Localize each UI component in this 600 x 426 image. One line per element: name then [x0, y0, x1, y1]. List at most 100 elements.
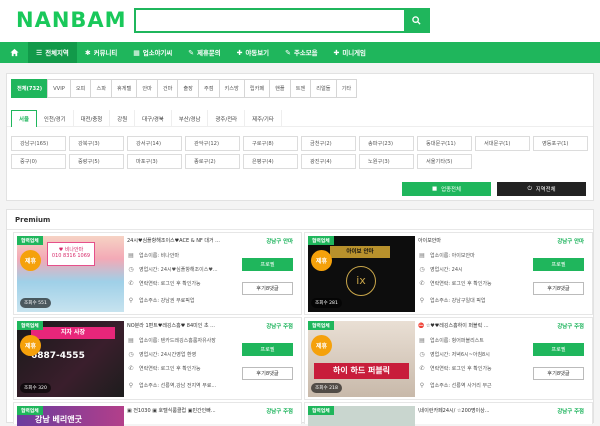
- district-button[interactable]: 중구(0): [11, 154, 66, 169]
- tag-icon: ✎: [285, 48, 291, 57]
- listing-card[interactable]: 강남 베리앤굿 협력업체 ▣ 전1030 ▣ 호텔식룸클럽 ▣민간인빠... 강…: [13, 402, 302, 426]
- district-button[interactable]: 중랑구(5): [69, 154, 124, 169]
- tab-jujeom[interactable]: 주점: [197, 79, 220, 98]
- nav-item-board[interactable]: ▦ 업소야기씨: [125, 42, 180, 63]
- region-tab-jeju[interactable]: 제주/기타: [245, 110, 282, 127]
- listing-title[interactable]: 24시♥심플항해조이스♥ACE & NF 대거 ...: [127, 237, 247, 244]
- listing-name-row: ▤ 업소이름: 비나안마: [128, 252, 180, 259]
- phone-icon: ✆: [419, 280, 425, 287]
- region-tab-gangwon[interactable]: 강원: [110, 110, 136, 127]
- region-tab-seoul[interactable]: 서울: [11, 110, 37, 127]
- reviews-button[interactable]: 후기8댓글: [242, 367, 293, 380]
- tab-lipcafe[interactable]: 립카페: [243, 79, 271, 98]
- district-button[interactable]: 구로구(8): [243, 136, 298, 151]
- listing-category: 강남구 주점: [557, 324, 584, 330]
- listing-thumbnail[interactable]: ♥ 비나안마 010 8316 1069 협력업체 제휴 조회수 551: [17, 236, 124, 312]
- tab-geonma[interactable]: 건마: [156, 79, 179, 98]
- district-button[interactable]: 관악구(12): [185, 136, 240, 151]
- listing-title[interactable]: NO분라 1편트♥레깅스홈♥ 84미인 초 ...: [127, 322, 247, 329]
- site-logo[interactable]: NANBAM: [16, 8, 127, 32]
- all-regions-button[interactable]: ⏻ 지역전체: [497, 182, 586, 196]
- district-button[interactable]: 동대문구(11): [417, 136, 472, 151]
- region-tab-busan[interactable]: 부산/경남: [172, 110, 209, 127]
- district-button[interactable]: 영등포구(1): [533, 136, 588, 151]
- map-pin-icon: ⚲: [128, 382, 134, 389]
- listing-thumbnail[interactable]: 강남 베리앤굿 협력업체: [17, 406, 124, 426]
- listing-address-row: ⚲ 업소주소: 강남권 무료픽업: [128, 297, 195, 304]
- tab-handple[interactable]: 핸플: [269, 79, 291, 98]
- district-button[interactable]: 서울기타(5): [417, 154, 472, 169]
- listing-card[interactable]: 아이보 안마 ix 협력업체 제휴 조회수 281 아이보안마 강남구 안마 ▤…: [304, 232, 593, 315]
- nav-item-minigame[interactable]: ✚ 미니게임: [325, 42, 373, 63]
- promo-card-graphic: 아이보 안마: [330, 246, 390, 258]
- tab-realdoll[interactable]: 리얼돌: [310, 79, 337, 98]
- nav-item-videos[interactable]: ✚ 야동보기: [229, 42, 277, 63]
- listing-category: 강남구 주점: [266, 324, 293, 330]
- tab-chuljang[interactable]: 출장: [177, 79, 199, 98]
- district-button[interactable]: 광진구(4): [301, 154, 356, 169]
- tab-etc[interactable]: 기타: [335, 79, 358, 98]
- tab-office[interactable]: 오피: [69, 79, 92, 98]
- tab-hugetel[interactable]: 휴게텔: [110, 79, 138, 98]
- listing-card[interactable]: 하이 하드 퍼블릭 협력업체 제휴 조회수 218 ⛔ ☆♥♥레깅스홈하이 퍼블…: [304, 317, 593, 400]
- site-header: NANBAM: [0, 0, 600, 42]
- district-button[interactable]: 강남구(165): [11, 136, 66, 151]
- nav-item-addresses[interactable]: ✎ 주소모음: [277, 42, 325, 63]
- profile-button[interactable]: 프로필: [242, 343, 293, 356]
- tab-trans[interactable]: 트젠: [289, 79, 312, 98]
- listing-address-row: ⚲ 업소주소: 선릉역 사거리 부근: [419, 382, 492, 389]
- search-box[interactable]: [134, 8, 430, 33]
- reviews-button[interactable]: 후기8댓글: [242, 282, 293, 295]
- listing-card[interactable]: 협력업체 \네이런카페24시/ ☆200명이상... 강남구 주점: [304, 402, 593, 426]
- reviews-button[interactable]: 후기8댓글: [533, 367, 584, 380]
- region-tab-gwangju[interactable]: 광주/전라: [208, 110, 246, 127]
- district-button[interactable]: 노원구(3): [359, 154, 414, 169]
- listing-title[interactable]: ⛔ ☆♥♥레깅스홈하이 퍼블릭 ...: [418, 322, 538, 329]
- promo-card-graphic: 강남 베리앤굿: [35, 415, 82, 424]
- nav-item-partnership[interactable]: ✎ 제휴문의: [180, 42, 228, 63]
- district-button[interactable]: 서대문구(1): [475, 136, 530, 151]
- map-pin-icon: ⚲: [419, 297, 425, 304]
- region-tab-incheon[interactable]: 인천/경기: [37, 110, 74, 127]
- district-button[interactable]: 종로구(2): [185, 154, 240, 169]
- tab-spa[interactable]: 스파: [90, 79, 112, 98]
- profile-button[interactable]: 프로필: [533, 343, 584, 356]
- promo-card-graphic: 하이 하드 퍼블릭: [314, 363, 409, 379]
- power-icon: ⏻: [527, 185, 532, 192]
- district-button[interactable]: 강서구(14): [127, 136, 182, 151]
- view-count: 조회수 281: [311, 298, 342, 308]
- tab-all[interactable]: 전체(732): [11, 79, 49, 98]
- phone-icon: ✆: [128, 365, 134, 372]
- tab-kissbang[interactable]: 키스방: [218, 79, 245, 98]
- tab-anma[interactable]: 안마: [136, 79, 158, 98]
- region-tab-daegu[interactable]: 대구/경북: [135, 110, 172, 127]
- listing-hours-row: ◷ 영업시간: 저녁6시~아침8시: [419, 351, 490, 358]
- listing-card[interactable]: ♥ 비나안마 010 8316 1069 협력업체 제휴 조회수 551 24시♥…: [13, 232, 302, 315]
- partner-badge: 협력업체: [308, 321, 334, 330]
- district-button[interactable]: 금천구(2): [301, 136, 356, 151]
- search-button[interactable]: [404, 10, 428, 31]
- listing-title[interactable]: ▣ 전1030 ▣ 호텔식룸클럽 ▣민간인빠...: [127, 407, 247, 414]
- nav-item-all-regions[interactable]: ☰ 전체지역: [28, 42, 77, 63]
- nav-item-community[interactable]: ✱ 커뮤니티: [77, 42, 125, 63]
- listing-thumbnail[interactable]: 아이보 안마 ix 협력업체 제휴 조회수 281: [308, 236, 415, 312]
- reviews-button[interactable]: 후기8댓글: [533, 282, 584, 295]
- listing-thumbnail[interactable]: 하이 하드 퍼블릭 협력업체 제휴 조회수 218: [308, 321, 415, 397]
- tab-vvip[interactable]: VVIP: [47, 79, 71, 98]
- home-icon[interactable]: [0, 48, 28, 57]
- district-button[interactable]: 강북구(3): [69, 136, 124, 151]
- listing-title[interactable]: \네이런카페24시/ ☆200명이상...: [418, 407, 538, 414]
- listing-category: 강남구 주점: [557, 409, 584, 415]
- listing-title[interactable]: 아이보안마: [418, 237, 538, 244]
- listing-thumbnail[interactable]: 지자 사장 6887-4555 협력업체 제휴 조회수 320: [17, 321, 124, 397]
- all-categories-button[interactable]: ■ 업종전체: [402, 182, 491, 196]
- profile-button[interactable]: 프로필: [533, 258, 584, 271]
- listing-thumbnail[interactable]: 협력업체: [308, 406, 415, 426]
- district-button[interactable]: 송파구(23): [359, 136, 414, 151]
- profile-button[interactable]: 프로필: [242, 258, 293, 271]
- district-button[interactable]: 은평구(4): [243, 154, 298, 169]
- district-button[interactable]: 마포구(3): [127, 154, 182, 169]
- region-tab-daejeon[interactable]: 대전/충청: [74, 110, 111, 127]
- listing-card[interactable]: 지자 사장 6887-4555 협력업체 제휴 조회수 320 NO분라 1편트…: [13, 317, 302, 400]
- listing-phone-row: ✆ 연락연락: 로그인 후 확인가능: [128, 280, 201, 287]
